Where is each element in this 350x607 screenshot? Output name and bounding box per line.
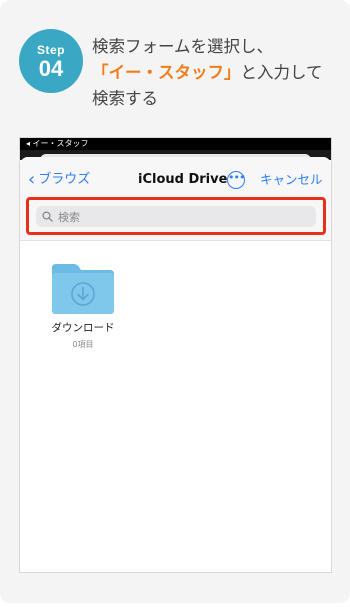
folder-item-count: 0項目: [72, 340, 94, 349]
step-badge: Step 04: [19, 29, 83, 93]
instruction-card: Step 04 検索フォームを選択し、 「イー・スタッフ」と入力して 検索する …: [0, 0, 350, 603]
more-icon[interactable]: •••: [227, 171, 245, 189]
instruction-text: 検索フォームを選択し、 「イー・スタッフ」と入力して 検索する: [92, 34, 342, 112]
chevron-left-icon: ‹: [28, 169, 36, 190]
status-back-text[interactable]: ◂ イー・スタッフ: [26, 139, 89, 148]
search-highlight-frame: 検索: [26, 197, 326, 235]
search-placeholder: 検索: [58, 210, 80, 224]
search-icon: [42, 211, 53, 222]
back-label: ブラウズ: [38, 172, 91, 187]
step-word: Step: [36, 43, 65, 57]
nav-area: ‹ ブラウズ iCloud Drive ••• キャンセル 検索: [20, 157, 331, 241]
instruction-line3: 検索する: [92, 89, 158, 108]
back-button[interactable]: ‹ ブラウズ: [28, 171, 90, 189]
folder-downloads[interactable]: ダウンロード 0項目: [45, 262, 121, 350]
files-sheet: ‹ ブラウズ iCloud Drive ••• キャンセル 検索 ダウンロード …: [20, 157, 331, 572]
status-bar: ◂ イー・スタッフ: [20, 138, 331, 150]
nav-title: iCloud Drive: [138, 172, 228, 187]
folder-name: ダウンロード: [51, 322, 115, 334]
instruction-highlight: 「イー・スタッフ」: [92, 63, 241, 82]
cancel-button[interactable]: キャンセル: [260, 171, 323, 189]
instruction-line1: 検索フォームを選択し、: [92, 37, 274, 56]
step-number: 04: [38, 56, 64, 81]
download-folder-icon: [52, 264, 114, 314]
instruction-line2: と入力して: [240, 63, 323, 82]
search-input[interactable]: 検索: [36, 206, 316, 227]
phone-screenshot: ◂ イー・スタッフ ‹ ブラウズ iCloud Drive ••• キャンセル: [19, 137, 332, 573]
